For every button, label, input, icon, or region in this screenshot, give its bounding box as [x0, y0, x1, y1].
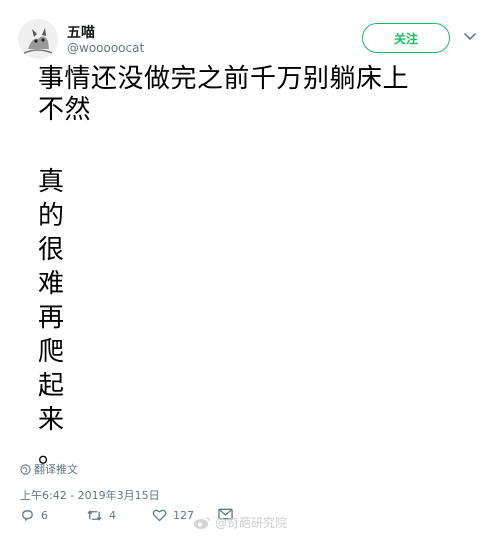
vertical-char: 难: [38, 269, 65, 299]
user-handle[interactable]: @wooooocat: [67, 41, 144, 55]
cat-sketch-icon: [18, 19, 58, 59]
retweet-button[interactable]: 4: [86, 508, 116, 523]
vertical-char: 来: [38, 405, 65, 435]
weibo-watermark: @奇葩研究院: [193, 514, 287, 531]
chevron-down-icon[interactable]: [462, 29, 478, 45]
tweet-timestamp[interactable]: 上午6:42 - 2019年3月15日: [20, 487, 160, 503]
retweet-count: 4: [109, 509, 116, 522]
vertical-char: 很: [38, 235, 65, 265]
tweet-text: 事情还没做完之前千万别躺床上 不然: [38, 64, 478, 126]
like-button[interactable]: 127: [152, 508, 194, 522]
watermark-text: @奇葩研究院: [215, 516, 288, 530]
heart-icon: [152, 509, 167, 522]
globe-icon: [20, 463, 31, 475]
vertical-char: 起: [38, 371, 65, 401]
vertical-char: 真: [38, 167, 65, 197]
reply-button[interactable]: 6: [20, 508, 48, 523]
tweet-line: 不然: [38, 95, 92, 125]
vertical-text: 真 的 很 难 再 爬 起 来 。: [38, 165, 78, 471]
reply-icon: [22, 510, 33, 521]
follow-button[interactable]: 关注: [362, 23, 450, 53]
vertical-char: 再: [38, 303, 65, 333]
vertical-char: 爬: [38, 337, 65, 367]
reply-count: 6: [41, 509, 48, 522]
tweet-line: 事情还没做完之前千万别躺床上: [38, 64, 410, 94]
translate-label: 翻译推文: [34, 463, 78, 476]
avatar[interactable]: [18, 19, 58, 59]
vertical-char: 的: [38, 201, 65, 231]
weibo-logo-icon: [194, 516, 210, 529]
retweet-icon: [87, 510, 102, 521]
like-count: 127: [173, 508, 194, 522]
display-name[interactable]: 五喵: [67, 22, 95, 42]
translate-tweet-link[interactable]: 翻译推文: [20, 461, 78, 477]
